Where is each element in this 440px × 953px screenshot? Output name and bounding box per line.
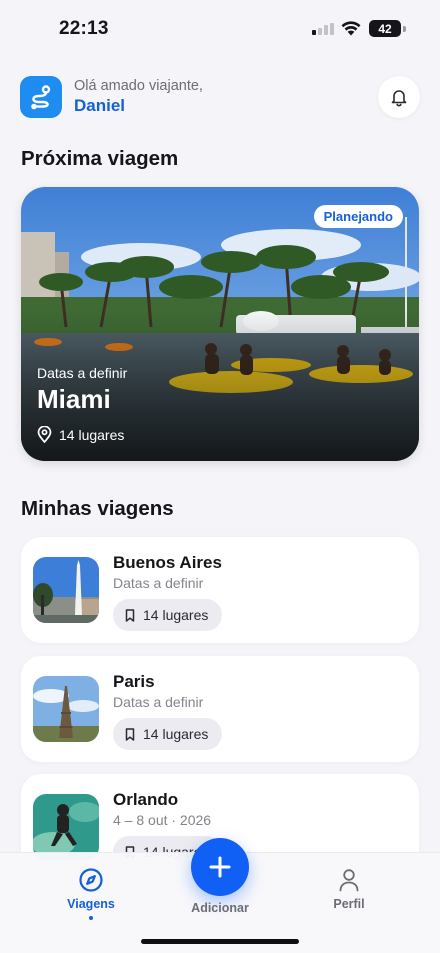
active-indicator bbox=[89, 916, 93, 920]
home-indicator bbox=[141, 939, 299, 944]
trip-places-chip: 14 lugares bbox=[113, 599, 223, 631]
battery-cap bbox=[403, 26, 406, 32]
user-name: Daniel bbox=[74, 96, 126, 115]
my-trips-title: Minhas viagens bbox=[21, 497, 174, 520]
paris-photo bbox=[33, 676, 99, 742]
next-trip-city: Miami bbox=[37, 384, 111, 414]
nav-trips-label: Viagens bbox=[67, 897, 115, 911]
trip-city: Buenos Aires bbox=[113, 553, 222, 572]
route-icon bbox=[20, 76, 62, 118]
add-trip-button[interactable] bbox=[191, 838, 249, 896]
buenos-aires-photo bbox=[33, 557, 99, 623]
bell-icon bbox=[391, 90, 407, 107]
greeting-text: Olá amado viajante, bbox=[74, 78, 203, 94]
trip-card-paris[interactable]: Paris Datas a definir 14 lugares bbox=[21, 656, 419, 762]
map-pin-icon bbox=[37, 426, 52, 443]
next-trip-dates: Datas a definir bbox=[37, 365, 128, 381]
bookmark-icon bbox=[125, 727, 135, 741]
trip-dates: Datas a definir bbox=[113, 575, 204, 591]
trip-card-buenos-aires[interactable]: Buenos Aires Datas a definir 14 lugares bbox=[21, 537, 419, 643]
plus-icon bbox=[209, 856, 231, 878]
orlando-photo bbox=[33, 794, 99, 860]
miami-photo bbox=[21, 187, 419, 461]
trip-city: Paris bbox=[113, 672, 155, 691]
trip-places-label: 14 lugares bbox=[143, 726, 209, 742]
compass-icon bbox=[79, 868, 103, 892]
add-trip-label: Adicionar bbox=[191, 901, 249, 915]
nav-profile-label: Perfil bbox=[333, 897, 365, 911]
bookmark-icon bbox=[125, 608, 135, 622]
nav-trips[interactable]: Viagens bbox=[51, 867, 131, 920]
person-icon bbox=[339, 869, 359, 892]
trip-city: Orlando bbox=[113, 790, 179, 809]
cellular-signal-icon bbox=[312, 23, 334, 35]
next-trip-card[interactable]: Planejando Datas a definir Miami 14 luga… bbox=[21, 187, 419, 461]
status-bar: 22:13 42 bbox=[0, 0, 440, 60]
header: Olá amado viajante, Daniel bbox=[20, 76, 420, 118]
wifi-icon bbox=[341, 21, 361, 36]
trip-places-chip: 14 lugares bbox=[113, 718, 223, 750]
trip-dates: Datas a definir bbox=[113, 694, 204, 710]
battery-level: 42 bbox=[378, 21, 392, 36]
trip-dates: 4 – 8 out · 2026 bbox=[113, 812, 212, 828]
trip-places-label: 14 lugares bbox=[143, 607, 209, 623]
next-trip-places-label: 14 lugares bbox=[59, 426, 125, 443]
battery-icon: 42 bbox=[369, 20, 401, 37]
next-trip-places: 14 lugares bbox=[37, 426, 124, 443]
status-time: 22:13 bbox=[59, 18, 109, 39]
notifications-button[interactable] bbox=[378, 76, 420, 118]
trip-status-badge: Planejando bbox=[313, 205, 403, 228]
next-trip-title: Próxima viagem bbox=[21, 147, 179, 170]
nav-profile[interactable]: Perfil bbox=[309, 867, 389, 911]
